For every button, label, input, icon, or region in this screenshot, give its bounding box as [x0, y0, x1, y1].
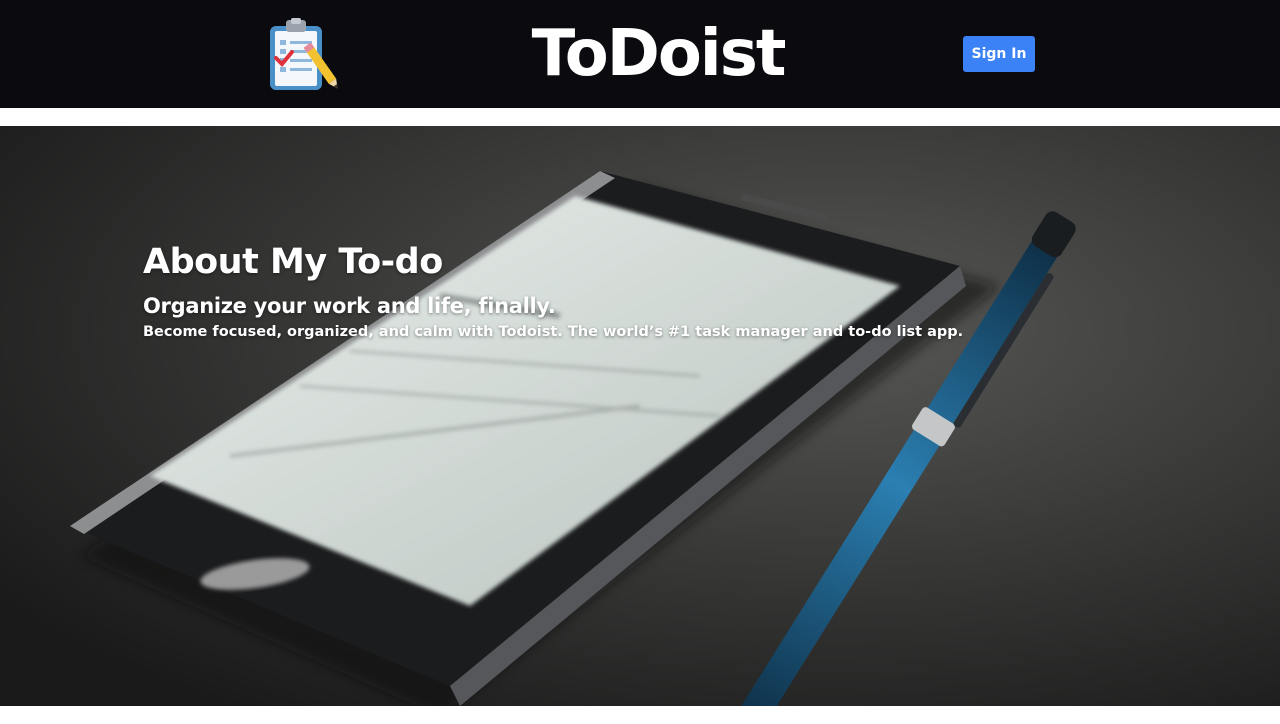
hero-title: About My To-do	[143, 242, 443, 282]
sign-in-button[interactable]: Sign In	[963, 36, 1035, 72]
footer-spacer	[0, 706, 1280, 724]
top-navbar: ToDoist Sign In	[0, 0, 1280, 108]
hero-description: Become focused, organized, and calm with…	[143, 324, 964, 340]
phone-and-pen-photo	[0, 126, 1280, 706]
hero-subtitle: Organize your work and life, finally.	[143, 294, 556, 318]
brand-title: ToDoist	[531, 17, 787, 91]
header-spacer	[0, 108, 1280, 126]
hero-section: About My To-do Organize your work and li…	[0, 126, 1280, 706]
